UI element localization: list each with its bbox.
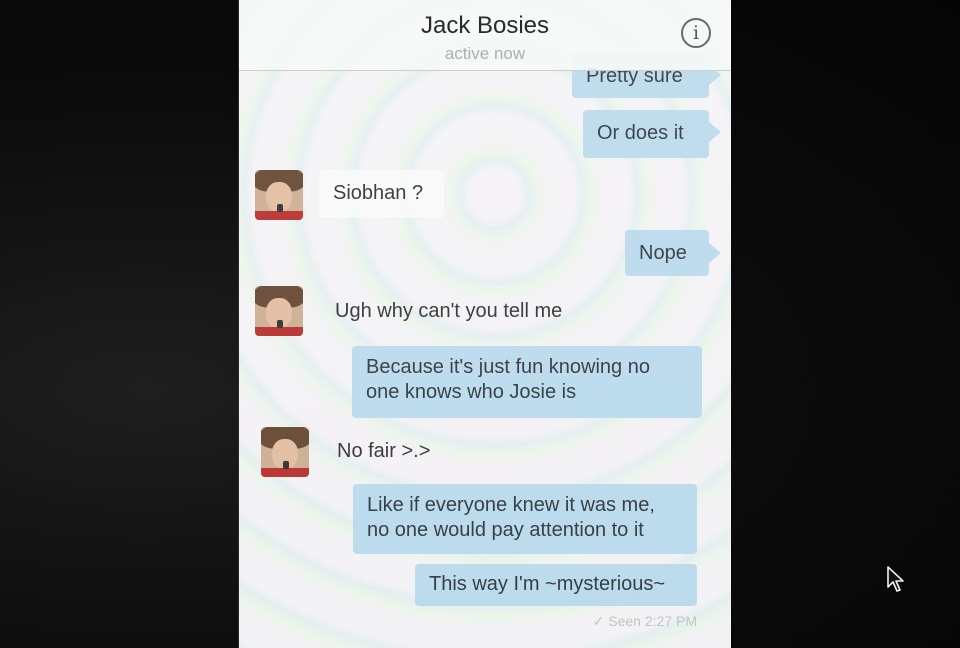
read-receipt: ✓ Seen 2:27 PM: [593, 613, 697, 630]
message-outgoing[interactable]: Like if everyone knew it was me, no one …: [353, 484, 697, 554]
seen-timestamp: Seen 2:27 PM: [608, 613, 697, 629]
message-text-line: no one would pay attention to it: [367, 519, 644, 541]
message-outgoing[interactable]: Or does it: [583, 110, 709, 158]
message-text-line: Because it's just fun knowing no: [366, 356, 650, 378]
message-list[interactable]: Pretty sure Or does it Siobhan ? Nope Ug…: [239, 0, 731, 648]
message-text: Ugh why can't you tell me: [335, 300, 563, 322]
mouse-pointer-icon: [887, 566, 904, 592]
message-outgoing[interactable]: Nope: [625, 230, 709, 276]
checkmark-icon: ✓: [592, 613, 605, 629]
message-text-line: Like if everyone knew it was me,: [367, 494, 655, 516]
bubble-tail: [709, 243, 721, 263]
avatar[interactable]: [255, 286, 303, 336]
contact-name[interactable]: Jack Bosies: [239, 12, 731, 40]
active-status: active now: [444, 44, 526, 63]
message-text: Nope: [639, 242, 687, 264]
message-outgoing[interactable]: Because it's just fun knowing no one kno…: [352, 346, 702, 418]
message-outgoing[interactable]: This way I'm ~mysterious~: [415, 564, 697, 606]
message-incoming[interactable]: No fair >.>: [323, 428, 463, 474]
message-incoming[interactable]: Ugh why can't you tell me: [321, 288, 611, 336]
message-incoming[interactable]: Siobhan ?: [319, 170, 444, 218]
message-text: No fair >.>: [337, 440, 431, 462]
bubble-tail: [709, 122, 721, 142]
info-icon[interactable]: i: [681, 18, 711, 48]
avatar[interactable]: [261, 427, 309, 477]
message-text-line: one knows who Josie is: [366, 381, 577, 403]
chat-window: Pretty sure Or does it Siobhan ? Nope Ug…: [238, 0, 731, 648]
message-text: This way I'm ~mysterious~: [429, 573, 666, 595]
conversation-header: Jack Bosies active now i: [239, 0, 731, 71]
message-text: Siobhan ?: [333, 182, 424, 204]
avatar[interactable]: [255, 170, 303, 220]
message-text: Or does it: [597, 122, 684, 144]
